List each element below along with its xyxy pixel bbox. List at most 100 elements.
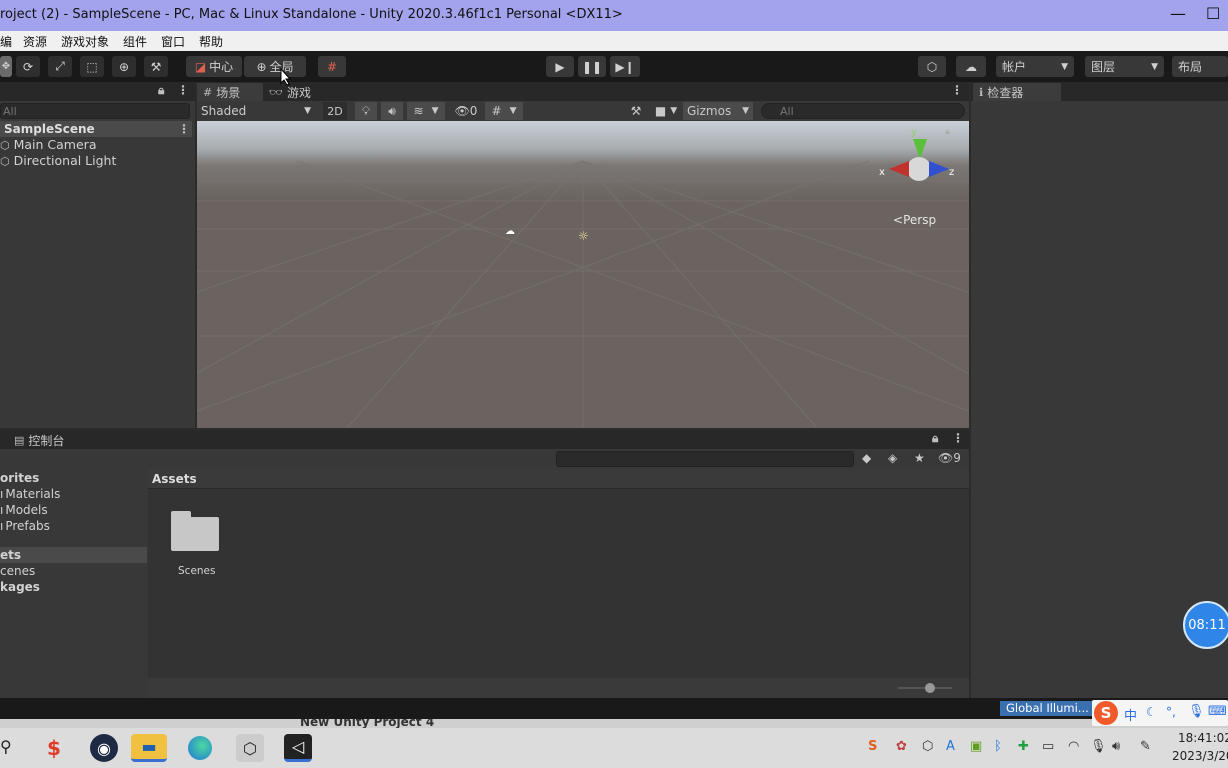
light-gizmo-icon[interactable]: ☼	[578, 229, 589, 243]
menu-component[interactable]: 组件	[123, 33, 147, 50]
scale-tool-button[interactable]: ⤢	[48, 56, 72, 77]
punctuation-icon[interactable]: °,	[1166, 705, 1176, 719]
packages-tree-row[interactable]: kages	[0, 580, 40, 594]
microphone-icon[interactable]: 🎙︎	[1188, 704, 1205, 719]
tree-item[interactable]: ı Prefabs	[0, 519, 50, 533]
wifi-icon[interactable]: ◠	[1068, 739, 1079, 754]
maximize-button[interactable]: ☐	[1206, 4, 1220, 23]
sogou-icon[interactable]: S	[1094, 701, 1118, 725]
timer-badge[interactable]: 08:11	[1183, 601, 1228, 649]
pen-icon[interactable]: ✎	[1140, 739, 1151, 754]
scene-search-input[interactable]	[761, 103, 965, 119]
hierarchy-search-input[interactable]	[0, 103, 190, 119]
search-icon[interactable]: ⚲	[0, 737, 12, 756]
orientation-gizmo[interactable]: y x z 🔒︎	[879, 127, 959, 207]
nvidia-tray-icon[interactable]: ▣	[970, 739, 982, 754]
tree-item[interactable]: ı Models	[0, 503, 48, 517]
effects-dropdown[interactable]: ≋ ▼	[407, 102, 445, 120]
play-button[interactable]: ▶	[546, 56, 574, 77]
axis-y-cone	[913, 139, 927, 159]
layout-dropdown[interactable]: 布局	[1172, 56, 1228, 77]
camera-dropdown[interactable]: ■ ▼	[651, 102, 681, 120]
ime-lang-toggle[interactable]: 中	[1124, 705, 1137, 724]
2d-toggle-button[interactable]: 2D	[323, 102, 347, 120]
tree-item[interactable]: cenes	[0, 564, 35, 578]
more-options-icon[interactable]: ⋮	[952, 431, 964, 445]
camera-gizmo-icon[interactable]: ☁	[505, 226, 515, 237]
pause-button[interactable]: ❚❚	[578, 56, 606, 77]
lock-icon[interactable]: 🔒︎	[945, 127, 950, 137]
lock-icon[interactable]: 🔒︎	[932, 431, 938, 446]
rotate-tool-button[interactable]: ⟳	[16, 56, 40, 77]
lock-icon[interactable]: 🔒︎	[158, 83, 164, 98]
menu-gameobject[interactable]: 游戏对象	[61, 33, 109, 50]
cloud-button[interactable]: ☁	[956, 56, 986, 77]
grid-snap-button[interactable]: #	[318, 56, 346, 77]
battery-icon[interactable]: ▭	[1042, 739, 1054, 754]
pivot-toggle-button[interactable]: ◪ 中心	[186, 56, 242, 77]
favorite-star-icon[interactable]: ★	[914, 451, 925, 465]
edge-browser-icon[interactable]	[186, 734, 214, 762]
scene-menu-icon[interactable]: ⋮	[178, 122, 190, 136]
hierarchy-item[interactable]: ⬡ Main Camera	[0, 137, 96, 152]
gizmos-dropdown[interactable]: Gizmos ▼	[683, 102, 753, 120]
hidden-objects-toggle[interactable]: 👁︎ 0	[451, 102, 481, 120]
scene-viewport[interactable]: ☁ ☼ y x z 🔒︎ <Persp	[197, 121, 969, 428]
volume-icon[interactable]: 🔊︎	[1112, 739, 1120, 754]
clock-time[interactable]: 18:41:02	[1178, 731, 1228, 745]
hidden-packages-toggle[interactable]: 👁︎9	[938, 451, 961, 465]
tab-console[interactable]: ▤ 控制台	[8, 431, 70, 449]
layers-dropdown[interactable]: 图层 ▼	[1085, 56, 1164, 77]
shading-mode-dropdown[interactable]: Shaded ▼	[197, 102, 315, 120]
keyboard-icon[interactable]: ⌨	[1208, 704, 1227, 719]
assets-tree-row[interactable]: ets	[0, 547, 147, 563]
app-tray-icon[interactable]: ✿	[896, 739, 907, 754]
breadcrumb-assets[interactable]: Assets	[152, 472, 197, 486]
more-options-icon[interactable]: ⋮	[177, 83, 189, 97]
security-tray-icon[interactable]: ✚	[1018, 739, 1029, 754]
more-options-icon[interactable]: ⋮	[951, 83, 963, 97]
menu-help[interactable]: 帮助	[199, 33, 223, 50]
favorites-header[interactable]: orites	[0, 471, 39, 485]
microphone-tray-icon[interactable]: 🎙︎	[1090, 739, 1107, 754]
lighting-toggle-button[interactable]: 💡︎	[355, 102, 377, 120]
menu-assets[interactable]: 资源	[23, 33, 47, 50]
global-illumination-status[interactable]: Global Illumi...	[1000, 701, 1096, 716]
move-tool-button[interactable]: ✥	[0, 56, 12, 77]
tree-item[interactable]: ı Materials	[0, 487, 60, 501]
audio-toggle-button[interactable]: 🔊︎	[381, 102, 403, 120]
tab-inspector[interactable]: ℹ 检查器	[973, 83, 1061, 101]
filter-type-icon[interactable]: ◆	[862, 451, 871, 465]
clock-date[interactable]: 2023/3/20	[1172, 749, 1228, 763]
asset-folder[interactable]: Scenes	[168, 511, 222, 577]
sogou-app-icon[interactable]: $	[40, 734, 68, 762]
account-dropdown[interactable]: 帐户 ▼	[996, 56, 1074, 77]
filter-label-icon[interactable]: ◈	[888, 451, 897, 465]
transform-tool-button[interactable]: ⊕	[112, 56, 136, 77]
projection-toggle[interactable]: <Persp	[893, 213, 936, 227]
step-button[interactable]: ▶❙	[610, 56, 640, 77]
global-toggle-button[interactable]: ⊕ 全局	[244, 56, 306, 77]
minimize-button[interactable]: —	[1170, 4, 1186, 23]
collab-button[interactable]: ⬡	[918, 56, 946, 77]
sogou-tray-icon[interactable]: S	[868, 739, 877, 754]
unity-hub-icon[interactable]: ⬡	[236, 734, 264, 762]
cinema4d-app-icon[interactable]: ◉	[90, 734, 118, 762]
file-explorer-icon[interactable]: ▬	[131, 734, 167, 762]
hierarchy-item[interactable]: ⬡ Directional Light	[0, 153, 116, 168]
tab-scene[interactable]: # 场景	[197, 83, 263, 101]
unity-tray-icon[interactable]: ⬡	[922, 739, 933, 754]
tools-button[interactable]: ⚒	[627, 102, 645, 120]
app-a-tray-icon[interactable]: A	[946, 739, 955, 754]
scene-row[interactable]: SampleScene ⋮	[0, 121, 192, 137]
bluetooth-icon[interactable]: ᛒ	[994, 739, 1002, 754]
grid-dropdown[interactable]: # ▼	[485, 102, 523, 120]
rect-tool-button[interactable]: ⬚	[80, 56, 104, 77]
icon-size-slider-handle[interactable]	[925, 683, 935, 693]
custom-tool-button[interactable]: ⚒	[144, 56, 168, 77]
menu-window[interactable]: 窗口	[161, 33, 185, 50]
project-search-input[interactable]	[556, 451, 854, 467]
moon-icon[interactable]: ☾	[1146, 705, 1157, 719]
unity-editor-icon[interactable]: ◁	[284, 734, 312, 762]
menu-edit[interactable]: 编	[0, 33, 12, 50]
